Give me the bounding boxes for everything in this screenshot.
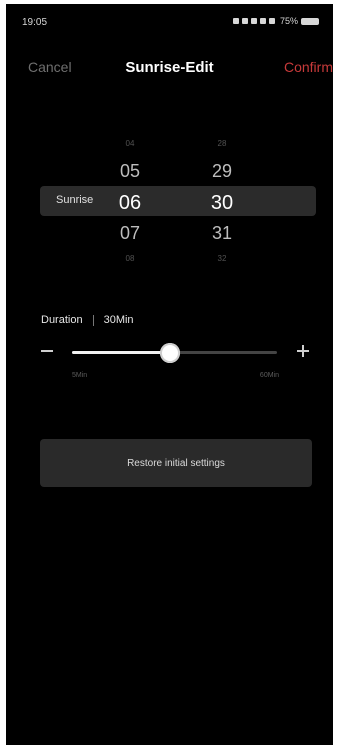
minute-picker[interactable]: 28 29 30 31 32 — [192, 134, 252, 284]
duration-row: Duration 30Min — [41, 314, 134, 334]
hour-selected: 06 — [118, 192, 142, 214]
minute-item: 31 — [211, 223, 233, 243]
minute-selected: 30 — [210, 192, 234, 214]
restore-settings-button[interactable]: Restore initial settings — [40, 439, 312, 487]
confirm-button[interactable]: Confirm — [284, 59, 333, 75]
slider-min-label: 5Min — [72, 372, 88, 379]
hour-item: 08 — [125, 254, 135, 263]
signal-icon — [259, 18, 266, 24]
divider — [92, 314, 94, 326]
phone-screen: 19:05 75% Cancel Sunrise-Edit Confirm Su… — [6, 4, 333, 745]
plus-icon[interactable] — [297, 345, 309, 357]
duration-slider: 5Min 60Min — [6, 343, 333, 394]
hour-item: 05 — [119, 161, 141, 181]
minute-item: 28 — [217, 139, 227, 148]
status-time: 19:05 — [22, 17, 48, 28]
status-icons: 75% — [232, 16, 319, 26]
hour-picker[interactable]: 04 05 06 07 08 — [100, 134, 160, 284]
minute-item: 29 — [211, 161, 233, 181]
hour-item: 04 — [125, 139, 135, 148]
duration-label: Duration — [41, 314, 83, 326]
slider-fill — [72, 351, 171, 354]
slider-thumb[interactable] — [160, 343, 181, 363]
minus-icon[interactable] — [41, 350, 53, 352]
bluetooth-icon — [241, 18, 248, 24]
hour-item: 07 — [119, 223, 141, 243]
nfc-icon — [250, 18, 257, 24]
battery-percent: 75% — [279, 16, 298, 26]
slider-max-label: 60Min — [259, 372, 279, 379]
status-bar: 19:05 75% — [6, 4, 333, 44]
duration-value: 30Min — [103, 314, 134, 326]
wifi-icon — [268, 18, 275, 24]
slider-track[interactable] — [72, 343, 277, 363]
nav-header: Cancel Sunrise-Edit Confirm — [6, 54, 333, 84]
picker-row-label: Sunrise — [56, 194, 94, 206]
battery-icon — [301, 17, 319, 25]
minute-item: 32 — [217, 254, 227, 263]
alarm-icon — [232, 18, 239, 24]
